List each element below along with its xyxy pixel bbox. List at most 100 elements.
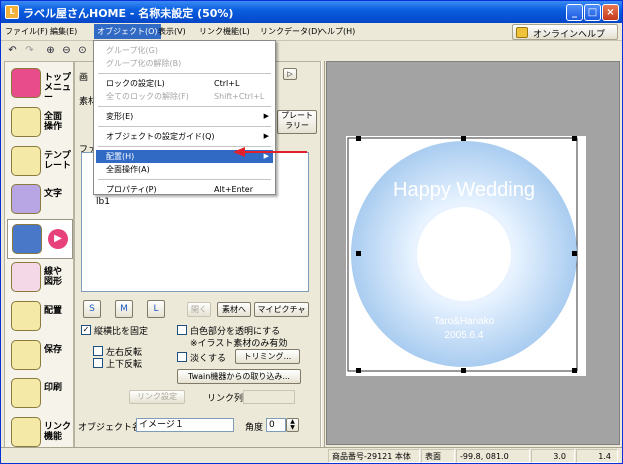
zoom-out-icon[interactable]: ⊖: [59, 44, 74, 59]
menu-file[interactable]: ファイル(F): [5, 26, 48, 37]
sidebar-item-label: 配置: [44, 305, 63, 316]
fade-label: 淡くする: [190, 354, 227, 364]
aspect-ratio-checkbox[interactable]: ✓: [81, 325, 91, 335]
dropdown-item-label: 配置(H): [106, 152, 135, 161]
object-menu-dropdown: グループ化(G) グループ化の解除(B) ロックの設定(L) Ctrl+L 全てのロック…: [93, 40, 276, 195]
angle-spinner[interactable]: ▲ ▼: [286, 418, 299, 432]
undo-icon[interactable]: ↶: [5, 44, 20, 59]
panel-splitter[interactable]: [321, 61, 325, 453]
sidebar-item-label: 保存: [44, 344, 63, 355]
dropdown-item-5[interactable]: オブジェクトの設定ガイド(Q) ▶: [96, 130, 273, 143]
close-button[interactable]: ×: [602, 4, 619, 21]
sidebar-item-3[interactable]: 文字: [7, 180, 73, 220]
object-name-label: オブジェクト名: [78, 423, 142, 433]
menu-bar: ファイル(F) 編集(E) オブジェクト(O) 表示(V) リンク機能(L) リ…: [1, 23, 622, 41]
sidebar-item-label: リンク 機能: [44, 422, 72, 443]
menu-object[interactable]: オブジェクト(O): [94, 24, 161, 39]
dropdown-item-2[interactable]: ロックの設定(L) Ctrl+L: [96, 77, 273, 90]
submenu-arrow-icon: ▶: [263, 112, 269, 120]
image-paint-icon: [12, 224, 42, 255]
print-icon: [11, 378, 41, 409]
shapes-icon: [11, 262, 41, 292]
status-size2: 1.4: [576, 449, 618, 463]
sidebar-item-1[interactable]: 全面 操作: [7, 103, 73, 143]
dropdown-item-shortcut: Shift+Ctrl+L: [214, 92, 265, 101]
dropdown-separator: [98, 179, 271, 180]
dropdown-item-label: 全面操作(A): [106, 165, 150, 174]
handle-bm: [461, 368, 466, 373]
menu-linkdata[interactable]: リンクデータ(D): [260, 26, 320, 37]
m-mode-icon[interactable]: M: [115, 300, 133, 318]
sidebar-item-2[interactable]: テンプ レート: [7, 142, 73, 182]
twain-import-button[interactable]: Twain機器からの取り込み...: [177, 369, 301, 384]
zoom-in-icon[interactable]: ⊕: [43, 44, 58, 59]
dropdown-item-1[interactable]: グループ化の解除(B): [96, 57, 273, 70]
status-size: 3.0: [531, 449, 575, 463]
dropdown-item-4[interactable]: 変形(E) ▶: [96, 110, 273, 123]
status-coords: -99.8, 081.0: [456, 449, 530, 463]
fade-checkbox[interactable]: [177, 352, 187, 362]
red-arrow-annotation: [233, 147, 307, 157]
online-help-button[interactable]: オンラインヘルプ: [512, 24, 618, 40]
text-a-icon: [11, 184, 41, 215]
dropdown-separator: [98, 126, 271, 127]
panel-label-image: 画: [79, 73, 89, 83]
my-picture-button[interactable]: マイピクチャ: [254, 302, 309, 317]
dropdown-item-3[interactable]: 全てのロックの解除(F) Shift+Ctrl+L: [96, 90, 273, 103]
menu-view[interactable]: 表示(V): [158, 26, 186, 37]
link-column-label: リンク列: [207, 394, 244, 404]
sidebar-item-6[interactable]: 配置: [7, 297, 73, 337]
s-mode-icon[interactable]: S: [83, 300, 101, 318]
handle-bl: [356, 368, 361, 373]
menu-help[interactable]: ヘルプ(H): [319, 26, 355, 37]
disc-date: 2005.6.4: [445, 330, 484, 341]
home-icon: [11, 68, 41, 98]
link-column-field[interactable]: [243, 390, 295, 404]
sidebar-item-4[interactable]: ▶: [7, 219, 73, 260]
sidebar-item-0[interactable]: トップ メニュー: [7, 64, 73, 104]
open-button[interactable]: 開く: [187, 302, 211, 317]
trimming-button[interactable]: トリミング...: [235, 349, 300, 364]
maximize-button[interactable]: □: [584, 4, 601, 21]
menu-edit[interactable]: 編集(E): [50, 26, 77, 37]
redo-icon[interactable]: ↷: [22, 44, 37, 59]
angle-input[interactable]: 0: [266, 418, 286, 432]
status-side: 表面: [421, 449, 455, 463]
l-mode-icon[interactable]: L: [147, 300, 165, 318]
link-setting-button[interactable]: リンク設定: [129, 390, 185, 404]
disc-title: Happy Wedding: [393, 179, 535, 201]
label-paper[interactable]: Happy Wedding Taro&Hanako 2005.6.4: [346, 136, 586, 376]
dropdown-item-label: 変形(E): [106, 112, 134, 121]
zoom-fit-icon[interactable]: ⊙: [75, 44, 90, 59]
dropdown-item-7[interactable]: 全面操作(A): [96, 163, 273, 176]
cd-hole: [417, 207, 511, 301]
dropdown-item-label: オブジェクトの設定ガイド(Q): [106, 132, 215, 141]
title-bar[interactable]: L ラベル屋さんHOME - 名称未設定 (50%) _ □ ×: [1, 1, 622, 23]
dropdown-item-0[interactable]: グループ化(G): [96, 44, 273, 57]
sidebar: トップ メニュー全面 操作テンプ レート 文字 ▶ 線や 図形配置保存印刷リンク 機能: [4, 61, 74, 453]
sidebar-item-7[interactable]: 保存: [7, 336, 73, 376]
aspect-ratio-label: 縦横比を固定: [94, 327, 149, 337]
play-icon[interactable]: ▷: [283, 68, 297, 80]
sidebar-item-label: 印刷: [44, 383, 63, 394]
white-transparent-checkbox[interactable]: [177, 325, 187, 335]
menu-link[interactable]: リンク機能(L): [199, 26, 250, 37]
app-window: L ラベル屋さんHOME - 名称未設定 (50%) _ □ × ファイル(F)…: [0, 0, 623, 464]
object-name-input[interactable]: イメージ１: [136, 418, 234, 432]
sidebar-item-8[interactable]: 印刷: [7, 374, 73, 414]
minimize-button[interactable]: _: [566, 4, 583, 21]
flip-vertical-label: 上下反転: [106, 360, 143, 370]
list-item[interactable]: lb1: [96, 197, 110, 207]
link-icon: [11, 417, 41, 448]
flip-vertical-checkbox[interactable]: [93, 358, 103, 368]
dropdown-separator: [98, 106, 271, 107]
sidebar-item-label: 線や 図形: [44, 267, 63, 287]
handle-tm: [461, 136, 466, 141]
sidebar-item-label: 全面 操作: [44, 111, 63, 132]
dropdown-item-8[interactable]: プロパティ(P) Alt+Enter: [96, 183, 273, 196]
to-material-button[interactable]: 素材へ: [217, 302, 251, 317]
template-gallery-button[interactable]: プレート ラリー: [277, 110, 317, 134]
sidebar-item-5[interactable]: 線や 図形: [7, 258, 73, 298]
flip-horizontal-checkbox[interactable]: [93, 346, 103, 356]
illustration-note: ※イラスト素材のみ有効: [190, 339, 288, 349]
